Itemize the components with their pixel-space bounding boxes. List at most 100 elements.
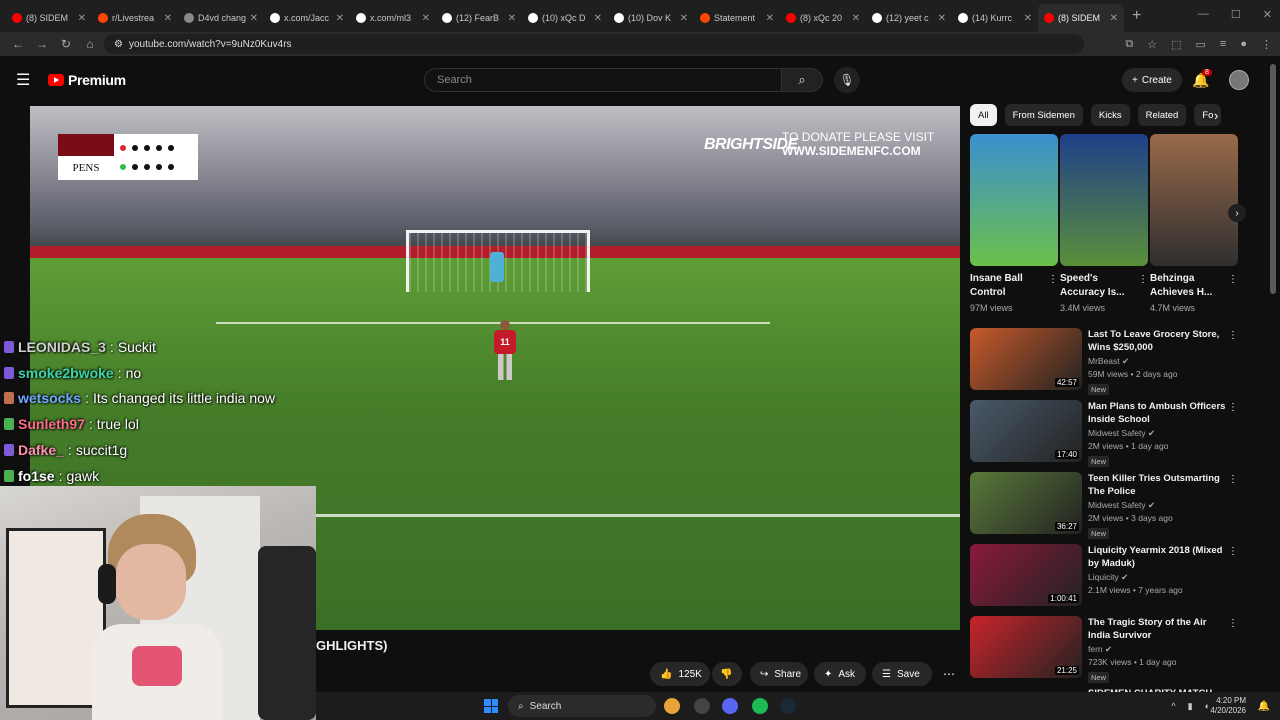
tab-close-icon[interactable]: ✕ (1110, 13, 1118, 24)
site-info-icon[interactable]: ⚙ (114, 39, 123, 50)
save-button[interactable]: ☰ Save (872, 662, 932, 686)
video-more-icon[interactable]: ⋮ (1228, 474, 1238, 485)
browser-tab[interactable]: (10) Dov K ✕ (608, 4, 694, 32)
short-thumbnail[interactable] (970, 134, 1058, 266)
new-tab-icon[interactable]: + (1132, 7, 1141, 25)
browser-tab[interactable]: (8) SIDEM ✕ (1038, 4, 1124, 32)
tray-chevron-icon[interactable]: ^ (1171, 701, 1175, 712)
tab-close-icon[interactable]: ✕ (938, 13, 946, 24)
minimize-icon[interactable]: — (1198, 8, 1209, 21)
channel-name[interactable]: fern ✔ (1088, 644, 1228, 655)
recommendation-item[interactable]: 21:25 The Tragic Story of the Air India S… (970, 616, 1248, 688)
search-button[interactable]: ⌕ (781, 68, 823, 92)
short-more-icon[interactable]: ⋮ (1048, 274, 1058, 285)
tab-close-icon[interactable]: ✕ (336, 13, 344, 24)
short-thumbnail[interactable] (1060, 134, 1148, 266)
tab-close-icon[interactable]: ✕ (680, 13, 688, 24)
taskbar-clock[interactable]: 4:20 PM 4/20/2026 (1210, 696, 1246, 716)
recommendation-item[interactable]: 17:40 Man Plans to Ambush Officers Inside… (970, 400, 1248, 472)
short-thumbnail[interactable] (1150, 134, 1238, 266)
short-title[interactable]: Behzinga Achieves H... (1150, 272, 1238, 300)
tab-close-icon[interactable]: ✕ (422, 13, 430, 24)
tab-close-icon[interactable]: ✕ (1024, 13, 1032, 24)
windows-start-icon[interactable] (484, 699, 498, 713)
bookmark-star-icon[interactable]: ☆ (1147, 38, 1157, 51)
reading-list-icon[interactable]: ≡ (1220, 38, 1226, 50)
browser-tab[interactable]: r/Livestrea ✕ (92, 4, 178, 32)
filter-chip[interactable]: From Sidemen (1004, 104, 1083, 126)
browser-tab[interactable]: (8) xQc 20 ✕ (780, 4, 866, 32)
network-icon[interactable]: ▮ (1188, 701, 1193, 712)
filter-chip[interactable]: All (970, 104, 997, 126)
video-more-icon[interactable]: ⋮ (1228, 546, 1238, 557)
video-thumbnail[interactable]: 17:40 (970, 400, 1082, 462)
browser-tab[interactable]: (12) FearB ✕ (436, 4, 522, 32)
voice-search-button[interactable]: 🎙 (834, 67, 860, 93)
browser-tab[interactable]: x.com/ml3 ✕ (350, 4, 436, 32)
forward-icon[interactable]: → (30, 37, 54, 51)
video-thumbnail[interactable]: 1:00:41 (970, 544, 1082, 606)
share-button[interactable]: ↪ Share (750, 662, 808, 686)
youtube-logo[interactable]: Premium (48, 72, 126, 88)
recommendation-item[interactable]: 36:27 Teen Killer Tries Outsmarting The P… (970, 472, 1248, 544)
tab-close-icon[interactable]: ✕ (852, 13, 860, 24)
spotify-taskbar-icon[interactable] (752, 698, 768, 714)
video-thumbnail[interactable]: 21:25 (970, 616, 1082, 678)
tab-close-icon[interactable]: ✕ (508, 13, 516, 24)
page-scrollbar[interactable] (1270, 64, 1276, 294)
recommendation-item[interactable]: 42:57 Last To Leave Grocery Store, Wins $… (970, 328, 1248, 400)
browser-menu-icon[interactable]: ⋮ (1261, 38, 1272, 51)
browser-tab[interactable]: (14) Kurrc ✕ (952, 4, 1038, 32)
reload-icon[interactable]: ↻ (54, 37, 78, 51)
video-thumbnail[interactable]: 36:27 (970, 472, 1082, 534)
back-icon[interactable]: ← (6, 37, 30, 51)
profile-icon[interactable]: ● (1240, 38, 1247, 50)
browser-tab[interactable]: (10) xQc D ✕ (522, 4, 608, 32)
discord-taskbar-icon[interactable] (722, 698, 738, 714)
notification-center-icon[interactable]: 🔔 (1258, 701, 1270, 712)
home-icon[interactable]: ⌂ (78, 37, 102, 51)
video-title-link[interactable]: Last To Leave Grocery Store, Wins $250,0… (1088, 328, 1228, 354)
browser-tab[interactable]: (8) SIDEM ✕ (6, 4, 92, 32)
menu-icon[interactable]: ☰ (16, 70, 30, 90)
short-title[interactable]: Speed's Accuracy Is... (1060, 272, 1148, 300)
video-more-icon[interactable]: ⋮ (1228, 402, 1238, 413)
video-title-link[interactable]: The Tragic Story of the Air India Surviv… (1088, 616, 1228, 642)
video-title-link[interactable]: Man Plans to Ambush Officers Inside Scho… (1088, 400, 1228, 426)
recommendation-item[interactable]: 1:00:41 Liquicity Yearmix 2018 (Mixed by … (970, 544, 1248, 616)
tab-close-icon[interactable]: ✕ (78, 13, 86, 24)
steam-taskbar-icon[interactable] (780, 698, 796, 714)
tab-close-icon[interactable]: ✕ (594, 13, 602, 24)
short-card[interactable]: Speed's Accuracy Is... 3.4M views ⋮ (1060, 134, 1148, 313)
tab-close-icon[interactable]: ✕ (250, 13, 258, 24)
tab-close-icon[interactable]: ✕ (164, 13, 172, 24)
short-more-icon[interactable]: ⋮ (1228, 274, 1238, 285)
search-input[interactable]: Search (424, 68, 782, 92)
video-more-icon[interactable]: ⋮ (1228, 618, 1238, 629)
video-more-icon[interactable]: ⋮ (1228, 330, 1238, 341)
url-field[interactable]: ⚙ youtube.com/watch?v=9uNz0Kuv4rs (104, 34, 1084, 54)
short-card[interactable]: Behzinga Achieves H... 4.7M views ⋮ (1150, 134, 1238, 313)
channel-name[interactable]: Midwest Safety ✔ (1088, 500, 1228, 511)
close-window-icon[interactable]: ✕ (1263, 8, 1272, 21)
browser-tab[interactable]: D4vd chang ✕ (178, 4, 264, 32)
maximize-icon[interactable]: ☐ (1231, 8, 1241, 21)
create-button[interactable]: + Create (1122, 68, 1182, 92)
filter-chip[interactable]: Kicks (1090, 104, 1130, 126)
extensions-icon[interactable]: ⬚ (1171, 38, 1181, 51)
chevron-right-icon[interactable]: › (1214, 108, 1218, 123)
ask-button[interactable]: ✦ Ask (814, 662, 866, 686)
browser-tab[interactable]: Statement ✕ (694, 4, 780, 32)
more-actions-icon[interactable]: ⋯ (938, 662, 960, 686)
channel-name[interactable]: Midwest Safety ✔ (1088, 428, 1228, 439)
filter-chip[interactable]: Related (1137, 104, 1187, 126)
shorts-next-icon[interactable]: › (1228, 204, 1246, 222)
short-title[interactable]: Insane Ball Control (970, 272, 1058, 300)
install-app-icon[interactable]: ⧉ (1125, 38, 1133, 51)
dislike-button[interactable]: 👎 (712, 662, 742, 686)
short-more-icon[interactable]: ⋮ (1138, 274, 1148, 285)
short-card[interactable]: Insane Ball Control 97M views ⋮ (970, 134, 1058, 313)
browser-tab[interactable]: (12) yeet c ✕ (866, 4, 952, 32)
browser-tab[interactable]: x.com/Jacc ✕ (264, 4, 350, 32)
taskbar-search[interactable]: ⌕ Search (508, 695, 656, 717)
